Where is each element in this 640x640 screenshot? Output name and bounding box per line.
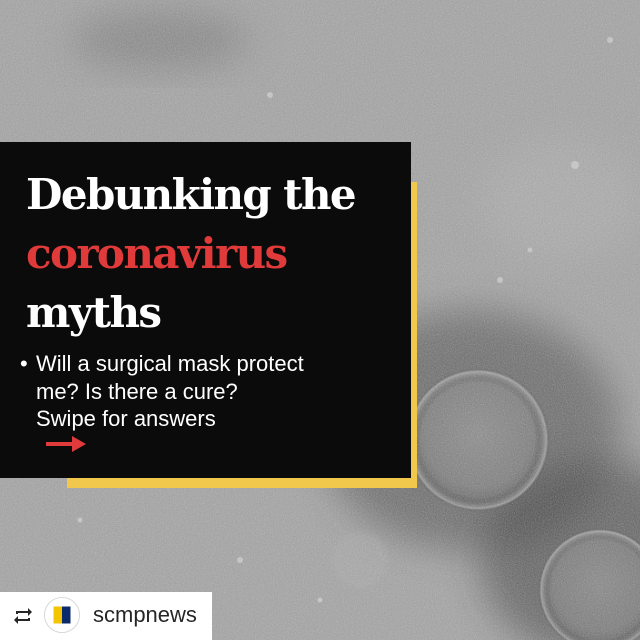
- repost-username[interactable]: scmpnews: [93, 602, 197, 628]
- bullet-marker: •: [20, 351, 28, 376]
- headline-line-1: Debunking the: [26, 170, 357, 219]
- scmp-logo-icon: [45, 598, 79, 632]
- bullet-lines: Will a surgical mask protect me? Is ther…: [36, 350, 304, 460]
- arrow-right-icon: [46, 435, 86, 452]
- swipe-row: Swipe for answers: [36, 405, 304, 460]
- headline: Debunking the coronavirus myths: [26, 165, 406, 342]
- repost-icon[interactable]: [12, 606, 34, 626]
- bullet-line-2: me? Is there a cure?: [36, 378, 238, 404]
- bullet-line-1: Will a surgical mask protect: [36, 351, 304, 376]
- bullet-line-3: Swipe for answers: [36, 406, 216, 431]
- headline-line-2-accent: coronavirus: [26, 229, 288, 278]
- avatar[interactable]: [44, 597, 80, 633]
- repost-bar[interactable]: scmpnews: [0, 592, 212, 640]
- headline-line-3: myths: [26, 288, 162, 337]
